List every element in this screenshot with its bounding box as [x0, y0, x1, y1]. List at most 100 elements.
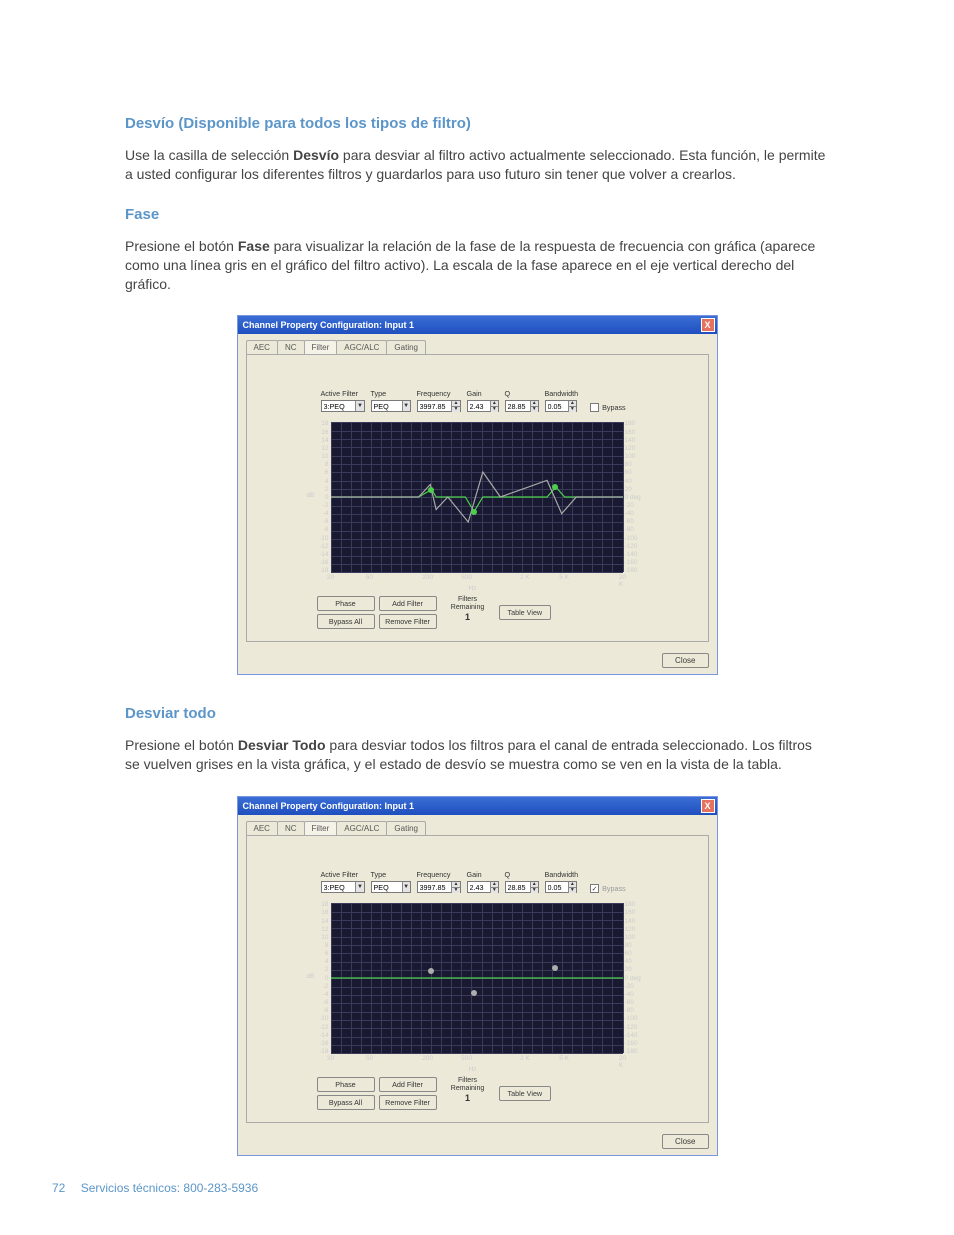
tab-agcalc[interactable]: AGC/ALC — [336, 821, 387, 835]
tab-filter[interactable]: Filter — [304, 821, 338, 835]
paragraph-fase: Presione el botón Fase para visualizar l… — [125, 237, 829, 294]
close-button[interactable]: Close — [662, 1134, 708, 1149]
tab-nc[interactable]: NC — [277, 821, 305, 835]
checkbox-bypass[interactable]: ✓ — [590, 884, 599, 893]
spinner-icon[interactable]: ▲▼ — [568, 882, 575, 893]
chevron-down-icon[interactable]: ▼ — [402, 401, 410, 411]
xlabel: Hz — [469, 585, 477, 592]
plot-area[interactable] — [331, 422, 623, 572]
chevron-down-icon[interactable]: ▼ — [355, 401, 363, 411]
phase-button[interactable]: Phase — [317, 596, 375, 611]
table-view-button[interactable]: Table View — [499, 605, 552, 620]
input[interactable] — [322, 882, 356, 892]
input[interactable] — [506, 882, 530, 892]
input[interactable] — [506, 401, 530, 411]
y-axis-left: 181614121086420-2-4-6-8-10-12-14-16-18 — [315, 420, 329, 574]
spinner-frequency[interactable]: ▲▼ — [417, 881, 461, 893]
tab-aec[interactable]: AEC — [246, 340, 278, 354]
label-type: Type — [371, 389, 411, 398]
close-button[interactable]: Close — [662, 653, 708, 668]
tab-gating[interactable]: Gating — [386, 340, 426, 354]
spinner-icon[interactable]: ▲▼ — [568, 401, 575, 412]
ylabel: dB — [307, 492, 315, 499]
spinner-q[interactable]: ▲▼ — [505, 400, 539, 412]
select-active-filter[interactable]: ▼ — [321, 881, 365, 893]
filters-remaining: Filters Remaining 1 — [441, 1077, 495, 1103]
table-view-button[interactable]: Table View — [499, 1086, 552, 1101]
remove-filter-button[interactable]: Remove Filter — [379, 614, 437, 629]
filter-chart: dB 181614121086420-2-4-6-8-10-12-14-16-1… — [309, 899, 696, 1069]
bypass-all-button[interactable]: Bypass All — [317, 1095, 375, 1110]
window-titlebar: Channel Property Configuration: Input 1 … — [238, 316, 717, 334]
spinner-icon[interactable]: ▲▼ — [490, 882, 497, 893]
spinner-icon[interactable]: ▲▼ — [490, 401, 497, 412]
dialog-window: Channel Property Configuration: Input 1 … — [237, 796, 718, 1156]
remove-filter-button[interactable]: Remove Filter — [379, 1095, 437, 1110]
add-filter-button[interactable]: Add Filter — [379, 596, 437, 611]
select-active-filter[interactable]: ▼ — [321, 400, 365, 412]
tab-gating[interactable]: Gating — [386, 821, 426, 835]
heading-desviar-todo: Desviar todo — [125, 705, 829, 722]
spinner-q[interactable]: ▲▼ — [505, 881, 539, 893]
spinner-bandwidth[interactable]: ▲▼ — [545, 400, 577, 412]
label-type: Type — [371, 870, 411, 879]
label-frequency: Frequency — [417, 389, 461, 398]
y-axis-right: 180160140120100806040200 deg-20-40-60-80… — [625, 901, 647, 1055]
input[interactable] — [418, 882, 452, 892]
plot-area[interactable] — [331, 903, 623, 1053]
spinner-icon[interactable]: ▲▼ — [530, 401, 538, 412]
text: Presione el botón — [125, 238, 238, 254]
bold: Desviar Todo — [238, 737, 326, 753]
add-filter-button[interactable]: Add Filter — [379, 1077, 437, 1092]
spinner-icon[interactable]: ▲▼ — [530, 882, 538, 893]
close-icon[interactable]: X — [701, 799, 715, 813]
label: Filters Remaining — [447, 1077, 489, 1093]
chevron-down-icon[interactable]: ▼ — [402, 882, 410, 892]
tab-panel-filter: Active Filter ▼ Type ▼ Frequency ▲▼ Gain… — [246, 835, 709, 1123]
spinner-gain[interactable]: ▲▼ — [467, 400, 499, 412]
label-bypass: Bypass — [602, 403, 626, 412]
filter-params-row: Active Filter ▼ Type ▼ Frequency ▲▼ Gain… — [321, 870, 696, 893]
window-title: Channel Property Configuration: Input 1 — [243, 320, 415, 330]
filters-remaining: Filters Remaining 1 — [441, 596, 495, 622]
tab-aec[interactable]: AEC — [246, 821, 278, 835]
button-row: Phase Bypass All Add Filter Remove Filte… — [317, 596, 696, 629]
chevron-down-icon[interactable]: ▼ — [355, 882, 363, 892]
text: Use la casilla de selección — [125, 147, 293, 163]
input[interactable] — [418, 401, 452, 411]
page-number: 72 — [52, 1181, 65, 1195]
footer-text: Servicios técnicos: 800-283-5936 — [81, 1181, 258, 1195]
spinner-gain[interactable]: ▲▼ — [467, 881, 499, 893]
tab-strip: AEC NC Filter AGC/ALC Gating — [238, 815, 717, 835]
input[interactable] — [546, 401, 569, 411]
select-type[interactable]: ▼ — [371, 881, 411, 893]
paragraph-desvio: Use la casilla de selección Desvío para … — [125, 146, 829, 184]
spinner-bandwidth[interactable]: ▲▼ — [545, 881, 577, 893]
spinner-icon[interactable]: ▲▼ — [451, 882, 459, 893]
filter-params-row: Active Filter ▼ Type ▼ Frequency ▲▼ Gain… — [321, 389, 696, 412]
spinner-icon[interactable]: ▲▼ — [451, 401, 459, 412]
tab-nc[interactable]: NC — [277, 340, 305, 354]
tab-agcalc[interactable]: AGC/ALC — [336, 340, 387, 354]
paragraph-desviar-todo: Presione el botón Desviar Todo para desv… — [125, 736, 829, 774]
input[interactable] — [372, 401, 402, 411]
input[interactable] — [468, 401, 491, 411]
value: 1 — [447, 612, 489, 622]
label-q: Q — [505, 389, 539, 398]
select-type[interactable]: ▼ — [371, 400, 411, 412]
input[interactable] — [468, 882, 491, 892]
tab-filter[interactable]: Filter — [304, 340, 338, 354]
close-icon[interactable]: X — [701, 318, 715, 332]
bold: Desvío — [293, 147, 339, 163]
checkbox-bypass[interactable] — [590, 403, 599, 412]
xlabel: Hz — [469, 1066, 477, 1073]
bypass-all-button[interactable]: Bypass All — [317, 614, 375, 629]
label-active-filter: Active Filter — [321, 870, 365, 879]
input[interactable] — [546, 882, 569, 892]
input[interactable] — [372, 882, 402, 892]
input[interactable] — [322, 401, 356, 411]
dialog-window: Channel Property Configuration: Input 1 … — [237, 315, 718, 675]
phase-button[interactable]: Phase — [317, 1077, 375, 1092]
spinner-frequency[interactable]: ▲▼ — [417, 400, 461, 412]
ylabel: dB — [307, 973, 315, 980]
